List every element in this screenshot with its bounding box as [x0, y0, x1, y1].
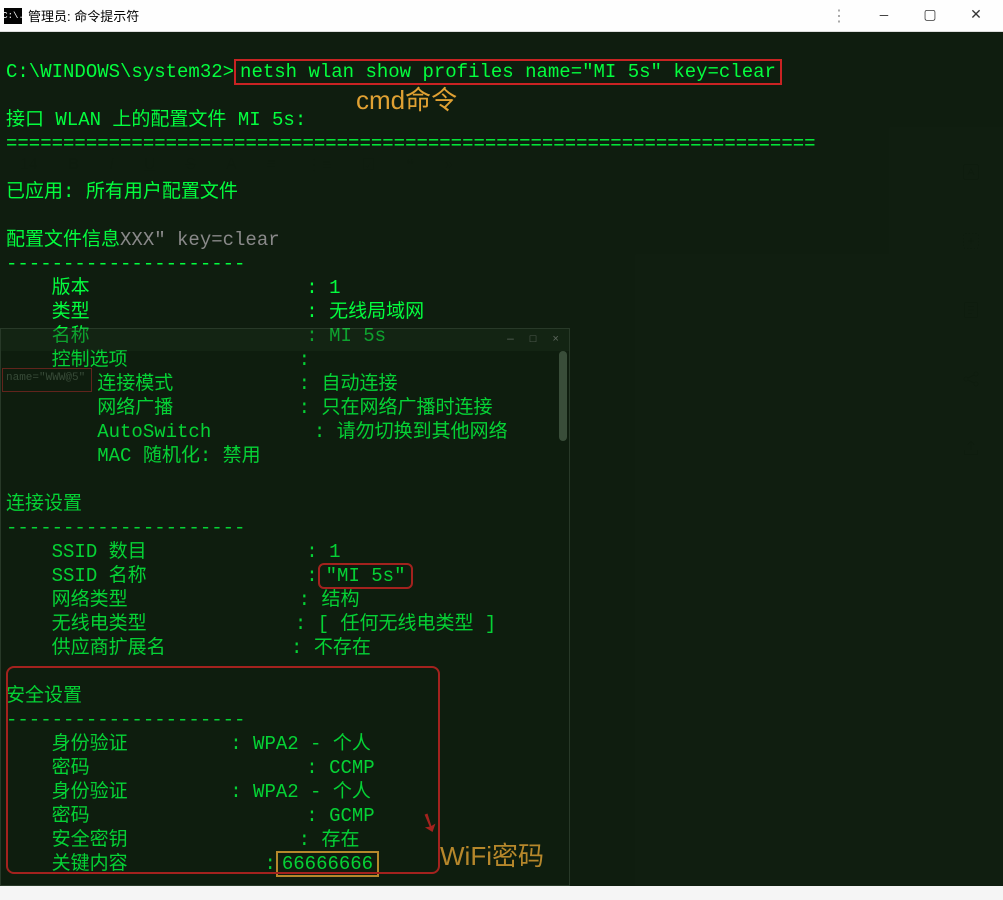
- nettype-value: 结构: [321, 589, 359, 611]
- version-key: 版本: [52, 277, 90, 299]
- cmd-icon: C:\.: [4, 8, 22, 24]
- profile-info-header: 配置文件信息: [6, 229, 120, 251]
- dashes: ---------------------: [6, 517, 245, 539]
- minimize-button[interactable]: —: [861, 1, 907, 31]
- mac-random-row: MAC 随机化: 禁用: [97, 445, 260, 467]
- kebab-menu-icon[interactable]: ⋮: [819, 6, 861, 26]
- title-bar[interactable]: C:\. 管理员: 命令提示符 ⋮ — ▢ ✕: [0, 0, 1003, 32]
- applied-label: 已应用:: [6, 181, 74, 203]
- command-highlight-box: netsh wlan show profiles name="MI 5s" ke…: [234, 59, 782, 85]
- cipher1-value: CCMP: [329, 757, 375, 779]
- broadcast-value: 只在网络广播时连接: [321, 397, 492, 419]
- terminal-output[interactable]: C:\WINDOWS\system32>netsh wlan show prof…: [0, 32, 1003, 886]
- version-value: 1: [329, 277, 340, 299]
- command-prompt-window: C:\. 管理员: 命令提示符 ⋮ — ▢ ✕ C:\WINDOWS\syste…: [0, 0, 1003, 886]
- radio-key: 无线电类型: [52, 613, 147, 635]
- cmd-annotation-label: cmd命令: [356, 80, 457, 117]
- autoswitch-key: AutoSwitch: [97, 421, 211, 443]
- divider: ========================================…: [6, 133, 816, 155]
- security-key-key: 安全密钥: [52, 829, 128, 851]
- ssid-name-highlight: "MI 5s": [318, 563, 414, 589]
- connmode-value: 自动连接: [321, 373, 397, 395]
- maximize-button[interactable]: ▢: [907, 1, 953, 31]
- auth1-value: WPA2 - 个人: [253, 733, 371, 755]
- radio-value: [ 任何无线电类型 ]: [318, 613, 497, 635]
- auth1-key: 身份验证: [52, 733, 128, 755]
- close-button[interactable]: ✕: [953, 1, 999, 31]
- cipher1-key: 密码: [52, 757, 90, 779]
- vendor-key: 供应商扩展名: [52, 637, 166, 659]
- nettype-key: 网络类型: [52, 589, 128, 611]
- vendor-value: 不存在: [314, 637, 371, 659]
- applied-value: 所有用户配置文件: [86, 181, 238, 203]
- auth2-key: 身份验证: [52, 781, 128, 803]
- password-highlight: 66666666: [276, 851, 379, 877]
- security-settings-header: 安全设置: [6, 685, 82, 707]
- dashes: ---------------------: [6, 253, 245, 275]
- wifi-annotation-label: WiFi密码: [440, 836, 544, 873]
- connmode-key: 连接模式: [97, 373, 173, 395]
- type-key: 类型: [52, 301, 90, 323]
- prompt-text: C:\WINDOWS\system32>: [6, 61, 234, 83]
- window-controls: — ▢ ✕: [861, 1, 999, 31]
- ghost-text: XXX" key=clear: [120, 229, 280, 251]
- name-key: 名称: [52, 325, 90, 347]
- broadcast-key: 网络广播: [97, 397, 173, 419]
- type-value: 无线局域网: [329, 301, 424, 323]
- cipher2-value: GCMP: [329, 805, 375, 827]
- autoswitch-value: 请勿切换到其他网络: [337, 421, 508, 443]
- interface-header: 接口 WLAN 上的配置文件 MI 5s:: [6, 109, 306, 131]
- ssid-name-key: SSID 名称: [52, 565, 147, 587]
- ssid-count-key: SSID 数目: [52, 541, 147, 563]
- cipher2-key: 密码: [52, 805, 90, 827]
- control-key: 控制选项: [52, 349, 128, 371]
- auth2-value: WPA2 - 个人: [253, 781, 371, 803]
- ssid-count-value: 1: [329, 541, 340, 563]
- window-title: 管理员: 命令提示符: [28, 6, 819, 25]
- conn-settings-header: 连接设置: [6, 493, 82, 515]
- dashes: ---------------------: [6, 709, 245, 731]
- key-content-key: 关键内容: [52, 853, 128, 875]
- name-value: MI 5s: [329, 325, 386, 347]
- security-key-value: 存在: [321, 829, 359, 851]
